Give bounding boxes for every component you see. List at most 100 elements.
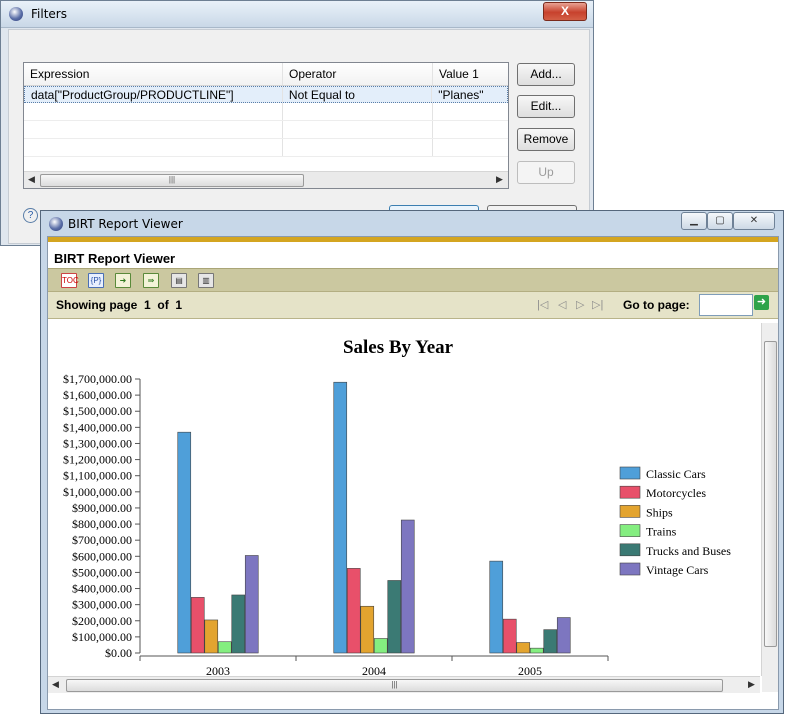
viewer-title: BIRT Report Viewer (54, 251, 176, 266)
next-page-icon[interactable]: ▷ (576, 298, 584, 311)
column-header-operator[interactable]: Operator (283, 63, 433, 85)
filter-table[interactable]: Expression Operator Value 1 data["Produc… (23, 62, 509, 189)
legend-label: Ships (646, 505, 673, 519)
maximize-button[interactable]: ▢ (707, 212, 733, 230)
bar-trucks-and-buses (387, 580, 402, 654)
y-tick-label: $1,300,000.00 (63, 436, 132, 450)
column-header-expression[interactable]: Expression (24, 63, 283, 85)
bar-trucks-and-buses (543, 629, 558, 654)
bar-vintage-cars (244, 555, 259, 654)
vertical-scrollbar[interactable] (761, 323, 778, 676)
x-tick-label: 2004 (362, 664, 386, 676)
filter-table-header: Expression Operator Value 1 (24, 63, 508, 86)
chart-title: Sales By Year (343, 337, 454, 358)
horizontal-scrollbar[interactable]: ◀ ||| ▶ (48, 676, 760, 693)
birt-titlebar[interactable]: BIRT Report Viewer ▁ ▢ ✕ (41, 211, 783, 237)
remove-button[interactable]: Remove (517, 128, 575, 151)
export-data-icon[interactable]: ➜ (115, 273, 131, 288)
scroll-thumb[interactable] (764, 341, 777, 647)
scroll-right-icon[interactable]: ▶ (496, 174, 503, 185)
bar-ships (204, 619, 219, 654)
first-page-icon[interactable]: |◁ (537, 298, 548, 311)
bar-motorcycles (190, 597, 205, 654)
y-tick-label: $1,500,000.00 (63, 404, 132, 418)
scroll-left-icon[interactable]: ◀ (52, 679, 59, 690)
up-button[interactable]: Up (517, 161, 575, 184)
last-page-icon[interactable]: ▷| (592, 298, 603, 311)
cell-expression: data["ProductGroup/PRODUCTLINE"] (25, 87, 283, 102)
legend-swatch (619, 505, 641, 518)
y-tick-label: $1,000,000.00 (63, 485, 132, 499)
scroll-thumb[interactable]: ||| (66, 679, 723, 692)
x-tick-label: 2003 (206, 664, 230, 676)
table-row[interactable] (24, 139, 508, 157)
y-tick-label: $1,400,000.00 (63, 420, 132, 434)
goto-label: Go to page: (623, 298, 690, 312)
close-button[interactable]: ✕ (733, 212, 775, 230)
viewer-header: BIRT Report Viewer (48, 242, 778, 268)
minimize-button[interactable]: ▁ (681, 212, 707, 230)
birt-content: BIRT Report Viewer TOC {P} ➜ ⇛ ▤ ▥ Showi… (47, 236, 779, 710)
y-tick-label: $300,000.00 (72, 598, 132, 612)
filters-titlebar[interactable]: Filters X (1, 1, 593, 28)
legend-swatch (619, 562, 641, 576)
scroll-left-icon[interactable]: ◀ (28, 174, 35, 185)
bar-classic-cars (177, 431, 192, 654)
bar-motorcycles (502, 618, 517, 654)
scroll-thumb[interactable]: ||| (40, 174, 304, 187)
filters-title: Filters (31, 7, 67, 21)
viewer-toolbar: TOC {P} ➜ ⇛ ▤ ▥ (48, 268, 778, 292)
toc-icon[interactable]: TOC (61, 273, 79, 288)
of-label: of (157, 298, 169, 312)
y-tick-label: $0.00 (105, 646, 132, 660)
goto-arrow-icon[interactable]: ➜ (754, 295, 769, 310)
bar-ships (360, 605, 375, 654)
table-horizontal-scrollbar[interactable]: ◀ ||| ▶ (24, 171, 508, 188)
cell-value: "Planes" (438, 88, 484, 102)
legend-swatch (619, 543, 641, 557)
export-report-icon[interactable]: ⇛ (143, 273, 159, 288)
legend-label: Classic Cars (646, 467, 706, 481)
add-button[interactable]: Add... (517, 63, 575, 86)
page-status: Showing page 1 of 1 (56, 298, 182, 312)
legend-label: Trucks and Buses (646, 544, 731, 558)
report-area: Sales By Year $0.00 $100,000.00 $200,000.0… (48, 323, 760, 678)
total-pages: 1 (175, 298, 183, 312)
scroll-right-icon[interactable]: ▶ (748, 679, 755, 690)
column-header-value[interactable]: Value 1 (433, 63, 508, 85)
bar-trains (529, 647, 544, 654)
edit-button[interactable]: Edit... (517, 95, 575, 118)
table-row[interactable] (24, 121, 508, 139)
y-tick-label: $1,600,000.00 (63, 388, 132, 402)
legend-label: Motorcycles (646, 486, 706, 500)
parameters-icon[interactable]: {P} (88, 273, 104, 288)
sales-chart: Sales By Year $0.00 $100,000.00 $200,000.0… (63, 337, 731, 678)
eclipse-icon (49, 217, 63, 231)
close-button[interactable]: X (543, 2, 587, 21)
bar-trucks-and-buses (231, 594, 246, 654)
table-row[interactable]: data["ProductGroup/PRODUCTLINE"] Not Equ… (24, 86, 508, 103)
birt-viewer-window: BIRT Report Viewer ▁ ▢ ✕ BIRT Report Vie… (40, 210, 784, 714)
cell-operator: Not Equal to (283, 87, 433, 102)
y-tick-label: $1,100,000.00 (63, 469, 132, 483)
print-icon[interactable]: ▤ (171, 273, 187, 288)
bar-classic-cars (333, 381, 348, 654)
bar-vintage-cars (556, 617, 571, 654)
bar-classic-cars (489, 560, 504, 654)
y-tick-label: $1,700,000.00 (63, 372, 132, 386)
y-tick-label: $1,200,000.00 (63, 453, 132, 467)
bar-trains (373, 638, 388, 654)
goto-page-input[interactable] (699, 294, 753, 316)
bar-motorcycles (346, 568, 361, 654)
previous-page-icon[interactable]: ◁ (558, 298, 566, 311)
y-tick-label: $600,000.00 (72, 549, 132, 563)
legend-swatch (619, 466, 641, 480)
y-tick-label: $400,000.00 (72, 582, 132, 596)
current-page: 1 (144, 298, 151, 312)
print-server-icon[interactable]: ▥ (198, 273, 214, 288)
legend-label: Vintage Cars (646, 563, 709, 577)
legend-swatch (619, 485, 641, 499)
help-icon[interactable]: ? (23, 208, 38, 223)
y-tick-label: $200,000.00 (72, 614, 132, 628)
table-row[interactable] (24, 103, 508, 121)
